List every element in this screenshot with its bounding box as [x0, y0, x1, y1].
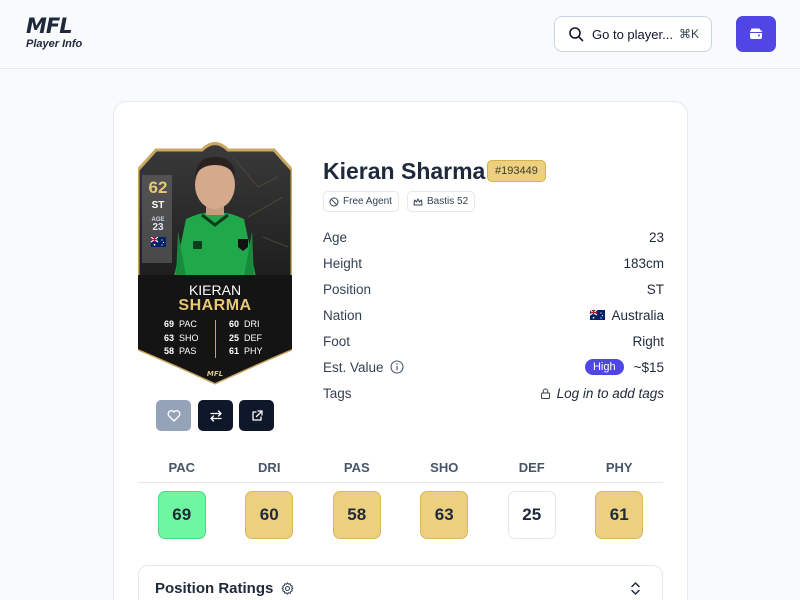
- chevron-up-down-icon[interactable]: [629, 581, 642, 596]
- external-link-icon: [251, 409, 263, 421]
- card-stat-pas: 58 PAS: [164, 346, 197, 356]
- attr-header-pac: PAC: [168, 460, 195, 475]
- crown-icon: [413, 198, 423, 205]
- info-row-foot: Foot Right: [323, 328, 664, 354]
- info-row-age: Age 23: [323, 224, 664, 250]
- info-label: Nation: [323, 307, 363, 323]
- card-stat-divider: [215, 320, 216, 358]
- top-header: MFL Player Info Go to player... ⌘K: [0, 0, 800, 69]
- search-icon: [569, 27, 584, 42]
- player-card[interactable]: MFL 62 ST AGE 23 KIERAN SHARMA 69 PAC 63 S…: [138, 127, 292, 385]
- card-first-name: KIERAN: [188, 282, 242, 298]
- info-value: 23: [648, 229, 664, 245]
- info-circle-icon[interactable]: [389, 360, 404, 374]
- est-value-label: Est. Value: [323, 359, 384, 375]
- info-label: Foot: [323, 333, 351, 349]
- mfl-logo[interactable]: MFL Player Info: [26, 14, 86, 51]
- info-label: Height: [323, 255, 363, 271]
- compare-button[interactable]: [198, 400, 233, 431]
- favorite-button[interactable]: [156, 400, 191, 431]
- attr-value-sho: 63: [420, 491, 469, 539]
- card-stat-dri: 60 DRI: [229, 319, 260, 329]
- wallet-button[interactable]: [736, 16, 776, 52]
- attr-header-pas: PAS: [343, 460, 370, 475]
- value-amount: ~$15: [633, 359, 664, 375]
- info-value-nation: Australia: [590, 308, 664, 323]
- go-to-player-search[interactable]: Go to player... ⌘K: [554, 16, 712, 52]
- australia-flag-icon: [590, 310, 606, 320]
- info-value: 183cm: [623, 255, 664, 271]
- nation-name: Australia: [611, 307, 664, 323]
- info-row-position: Position ST: [323, 276, 664, 302]
- card-stat-phy: 61 PHY: [229, 346, 263, 356]
- wallet-icon: [750, 28, 762, 39]
- australia-flag-icon: [150, 236, 166, 247]
- attributes-values: 69 60 58 63 25 61: [138, 491, 663, 539]
- info-label: Age: [323, 229, 348, 245]
- info-row-nation: Nation Australia: [323, 302, 664, 328]
- info-row-height: Height 183cm: [323, 250, 664, 276]
- value-level-badge: High: [584, 359, 624, 375]
- card-overall-block: 62 ST AGE 23: [145, 179, 171, 252]
- logo-mark: MFL: [26, 14, 73, 38]
- player-info-card: MFL 62 ST AGE 23 KIERAN SHARMA 69 PAC 63 S…: [113, 101, 688, 600]
- login-tags-label: Log in to add tags: [556, 385, 664, 401]
- attributes-header: PAC DRI PAS SHO DEF PHY: [138, 460, 663, 483]
- info-row-value: Est. Value High ~$15: [323, 354, 664, 380]
- logo-subtitle: Player Info: [26, 38, 83, 50]
- no-contract-icon: [329, 197, 339, 206]
- card-stats-left: 69 PAC 63 SHO 58 PAS: [164, 318, 199, 359]
- card-age: 23: [152, 222, 164, 233]
- info-label: Position: [323, 281, 372, 297]
- svg-text:MFL: MFL: [207, 370, 223, 378]
- open-external-button[interactable]: [239, 400, 274, 431]
- attr-value-def: 25: [507, 491, 556, 539]
- attr-header-def: DEF: [518, 460, 545, 475]
- card-overall: 62: [148, 178, 168, 197]
- card-stat-pac: 69 PAC: [164, 319, 197, 329]
- info-row-tags: Tags Log in to add tags: [323, 380, 664, 406]
- player-name: Kieran Sharma: [323, 158, 486, 184]
- swap-arrows-icon: [209, 409, 222, 422]
- attr-value-pac: 69: [157, 491, 206, 539]
- card-position: ST: [151, 200, 165, 211]
- card-stat-def: 25 DEF: [229, 332, 262, 343]
- attr-value-phy: 61: [595, 491, 644, 539]
- free-agent-label: Free Agent: [343, 196, 392, 207]
- search-shortcut: ⌘K: [678, 27, 699, 41]
- info-label: Tags: [323, 385, 352, 401]
- card-last-name: SHARMA: [178, 297, 252, 314]
- info-label-value: Est. Value: [323, 360, 404, 375]
- info-value: Right: [632, 333, 664, 349]
- search-placeholder: Go to player...: [592, 26, 673, 42]
- card-stats-right: 60 DRI 25 DEF 61 PHY: [229, 318, 263, 359]
- attr-header-dri: DRI: [258, 460, 281, 475]
- attr-value-dri: 60: [245, 491, 294, 539]
- free-agent-chip[interactable]: Free Agent: [323, 191, 399, 212]
- player-id-badge[interactable]: #193449: [487, 160, 546, 182]
- attr-header-phy: PHY: [605, 460, 633, 475]
- attr-value-pas: 58: [332, 491, 381, 539]
- position-ratings-title: Position Ratings: [155, 580, 274, 597]
- position-ratings-section[interactable]: Position Ratings: [138, 565, 663, 600]
- attr-header-sho: SHO: [430, 460, 459, 475]
- attributes-table: PAC DRI PAS SHO DEF PHY 69 60 58 63 25 6…: [138, 460, 663, 539]
- login-to-add-tags-link[interactable]: Log in to add tags: [540, 386, 664, 401]
- club-chip[interactable]: Bastis 52: [407, 191, 476, 212]
- lock-icon: [540, 388, 550, 399]
- heart-icon: [167, 409, 180, 422]
- club-label: Bastis 52: [427, 196, 469, 207]
- gear-icon[interactable]: [281, 582, 294, 595]
- info-value-estimate: High ~$15: [584, 359, 664, 375]
- info-value: ST: [646, 281, 664, 297]
- player-info-list: Age 23 Height 183cm Position ST Nation A…: [323, 224, 664, 406]
- card-stat-sho: 63 SHO: [164, 332, 199, 343]
